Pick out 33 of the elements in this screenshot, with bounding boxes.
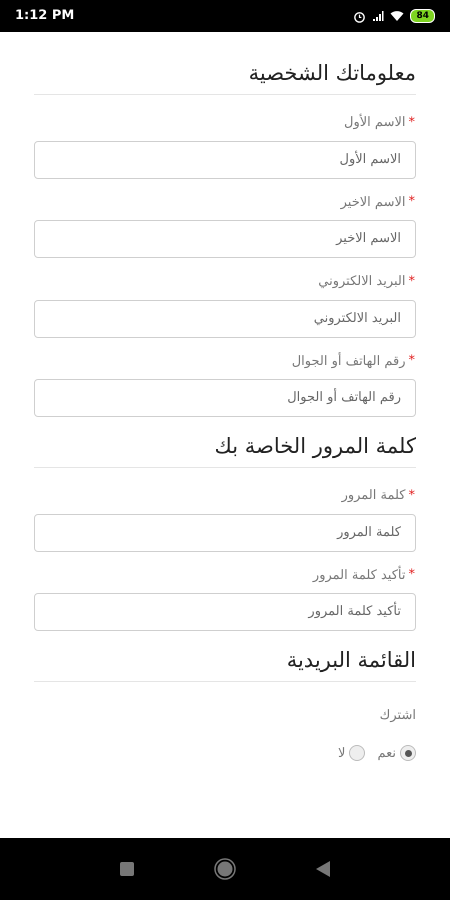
required-asterisk: *	[408, 354, 415, 368]
home-icon[interactable]	[214, 858, 236, 880]
battery-level: 84	[410, 9, 435, 23]
input-field[interactable]: رقم الهاتف أو الجوال	[34, 379, 416, 417]
input-field[interactable]: الاسم الاخير	[34, 220, 416, 258]
radio-label: لا	[338, 744, 346, 762]
section-heading: معلوماتك الشخصية	[34, 58, 416, 95]
input-field[interactable]: كلمة المرور	[34, 514, 416, 552]
status-time: 1:12 PM	[15, 7, 74, 26]
section-heading: كلمة المرور الخاصة بك	[34, 431, 416, 468]
alarm-icon	[353, 10, 366, 22]
required-asterisk: *	[408, 116, 415, 130]
required-asterisk: *	[408, 488, 415, 503]
required-asterisk: *	[408, 568, 415, 582]
back-icon[interactable]	[316, 861, 330, 877]
field-label: كلمة المرور	[342, 487, 406, 505]
field-label: الاسم الاخير	[340, 194, 406, 212]
input-field[interactable]: الاسم الأول	[34, 140, 416, 178]
radio-button[interactable]	[400, 745, 416, 762]
radio-label: نعم	[377, 744, 396, 762]
section-heading: القائمة البريدية	[34, 645, 416, 682]
field-label: رقم الهاتف أو الجوال	[292, 352, 406, 370]
required-asterisk: *	[408, 274, 415, 289]
field-label: الاسم الأول	[344, 113, 406, 132]
field-label: تأكيد كلمة المرور	[312, 566, 406, 584]
signal-icon	[372, 10, 384, 22]
subscribe-label: اشترك	[378, 707, 416, 725]
radio-button[interactable]	[349, 745, 366, 762]
input-field[interactable]: البريد الالكتروني	[34, 300, 416, 338]
field-label: البريد الالكتروني	[318, 273, 406, 291]
input-field[interactable]: تأكيد كلمة المرور	[34, 593, 416, 631]
required-asterisk: *	[408, 195, 415, 210]
wifi-icon	[390, 10, 404, 22]
